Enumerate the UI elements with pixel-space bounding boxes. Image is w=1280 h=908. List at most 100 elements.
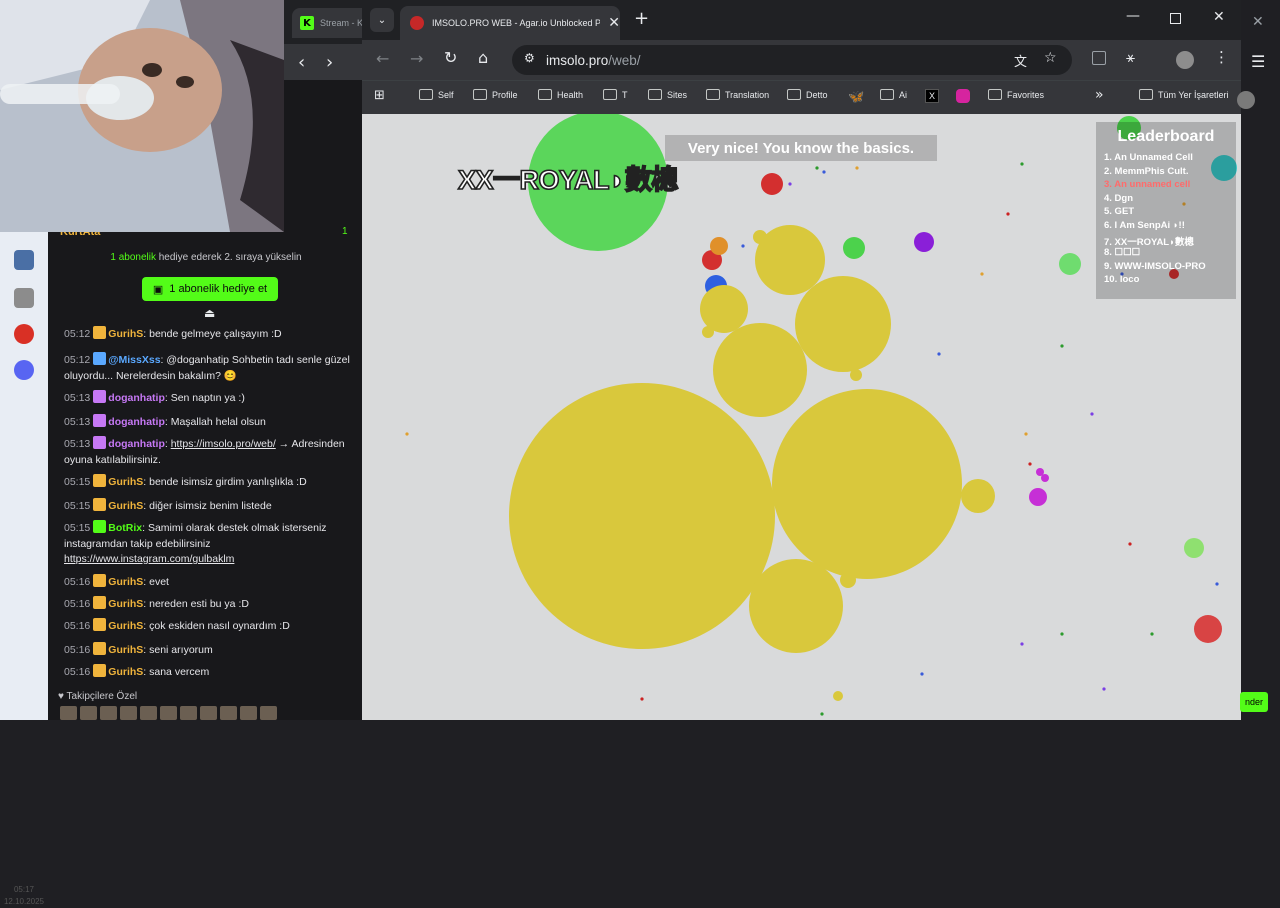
bookmark-translation[interactable]: Translation [706,89,769,100]
agario-game-canvas[interactable]: Very nice! You know the basics. XX一ROYAL… [362,114,1241,720]
address-bar[interactable]: ⚙ imsolo.pro/web/ 文 ☆ [512,45,1072,75]
message-username[interactable]: GurihS [108,576,143,588]
eject-icon[interactable]: ⏏ [204,306,215,320]
emote-row[interactable] [60,706,277,720]
home-icon[interactable]: ⌂ [478,48,488,67]
close-icon[interactable]: ✕ [1252,14,1264,30]
bookmark-detto[interactable]: Detto [787,89,828,100]
taskbar-clock: 05:17 12.10.2025 [3,885,45,906]
user-badge-icon [93,414,107,427]
chevron-more-icon[interactable]: » [1095,87,1104,103]
message-username[interactable]: BotRix [108,522,142,534]
app-icon-2[interactable] [14,288,34,308]
message-time: 05:13 [64,438,91,450]
app-icon-1[interactable] [14,250,34,270]
chat-message: 05:16 GurihS: seni arıyorum [64,642,354,659]
message-time: 05:12 [64,354,91,366]
site-info-icon[interactable]: ⚙ [524,51,535,65]
instagram-icon[interactable] [956,89,970,103]
message-time: 05:12 [64,328,91,340]
back-icon[interactable]: ← [376,49,389,68]
emote[interactable] [60,706,77,720]
send-button[interactable]: nder [1240,692,1268,712]
message-username[interactable]: GurihS [108,500,143,512]
bookmark-health[interactable]: Health [538,89,583,100]
folder-icon [473,89,487,100]
minimize-icon[interactable]: — [1126,8,1140,24]
star-icon[interactable]: ☆ [1044,50,1057,66]
message-username[interactable]: GurihS [108,644,143,656]
bookmark-ai[interactable]: Ai [880,89,907,100]
leaderboard-row: 10. loco [1104,274,1140,286]
background-nav: ‹ › [284,44,364,80]
webcam-overlay [0,0,284,232]
background-tab[interactable]: K Stream - K [292,8,364,38]
message-username[interactable]: @MissXss [108,354,160,366]
tab-groups-icon[interactable] [1092,51,1106,65]
background-tab-label: Stream - K [320,18,364,28]
bluesky-icon[interactable]: 🦋 [848,89,864,105]
gift-icon: ▣ [152,283,164,296]
emote[interactable] [160,706,177,720]
bookmark-self[interactable]: Self [419,89,454,100]
bookmark-favorites[interactable]: Favorites [988,89,1044,100]
message-username[interactable]: GurihS [108,598,143,610]
message-username[interactable]: GurihS [108,328,143,340]
cell-red-2 [1194,615,1222,643]
webcam-image [0,0,284,232]
emote[interactable] [260,706,277,720]
message-time: 05:15 [64,522,91,534]
tab-search-icon[interactable]: ⌄ [370,8,394,32]
emote[interactable] [200,706,217,720]
bookmark-t[interactable]: T [603,89,628,100]
hamburger-menu-icon[interactable]: ☰ [1251,52,1265,71]
maximize-icon[interactable] [1170,13,1181,24]
message-username[interactable]: doganhatip [108,392,165,404]
discord-icon[interactable] [14,360,34,380]
message-username[interactable]: doganhatip [108,416,165,428]
message-time: 05:16 [64,666,91,678]
gift-subscription-button[interactable]: ▣ 1 abonelik hediye et [142,277,278,301]
cell-red [761,173,783,195]
active-tab[interactable]: IMSOLO.PRO WEB - Agar.io Unblocked Pr ✕ [400,6,620,40]
emote[interactable] [100,706,117,720]
tab-close-icon[interactable]: ✕ [608,15,620,31]
translate-icon[interactable]: 文 [1014,51,1027,70]
emote[interactable] [180,706,197,720]
avatar[interactable] [1237,91,1255,109]
bookmarks-bar: ⊞ Self Profile Health T Sites Translatio… [362,80,1241,114]
message-link[interactable]: https://imsolo.pro/web/ [171,438,276,450]
emote[interactable] [80,706,97,720]
x-icon[interactable]: X [925,89,939,103]
window-close-icon[interactable]: ✕ [1213,9,1225,25]
profile-avatar[interactable] [1176,51,1194,69]
message-time: 05:13 [64,416,91,428]
chat-message: 05:16 GurihS: nereden esti bu ya :D [64,596,354,613]
forward-icon[interactable]: → [410,49,423,68]
back-icon[interactable]: ‹ [298,52,305,73]
reload-icon[interactable]: ↻ [444,48,457,67]
emote[interactable] [240,706,257,720]
all-bookmarks[interactable]: Tüm Yer İşaretleri [1139,89,1229,100]
message-time: 05:16 [64,576,91,588]
bookmark-profile[interactable]: Profile [473,89,518,100]
message-link[interactable]: https://www.instagram.com/gulbaklm [64,553,234,565]
emote[interactable] [140,706,157,720]
user-badge-icon [93,352,107,365]
forward-icon[interactable]: › [326,52,333,73]
app-icon-3[interactable] [14,324,34,344]
extensions-icon[interactable]: ⚹ [1126,48,1135,66]
message-username[interactable]: GurihS [108,666,143,678]
message-username[interactable]: GurihS [108,476,143,488]
message-text: : @doganhatip Sohbetin tadı senle güzel … [64,354,350,382]
bookmark-sites[interactable]: Sites [648,89,687,100]
emote[interactable] [220,706,237,720]
message-username[interactable]: doganhatip [108,438,165,450]
message-username[interactable]: GurihS [108,620,143,632]
new-tab-icon[interactable]: + [634,8,649,29]
apps-icon[interactable]: ⊞ [374,88,385,103]
leaderboard-row: 1. An Unnamed Cell [1104,152,1193,163]
emote[interactable] [120,706,137,720]
menu-icon[interactable]: ⋮ [1214,48,1229,66]
promo-bold: 1 abonelik [110,252,156,263]
